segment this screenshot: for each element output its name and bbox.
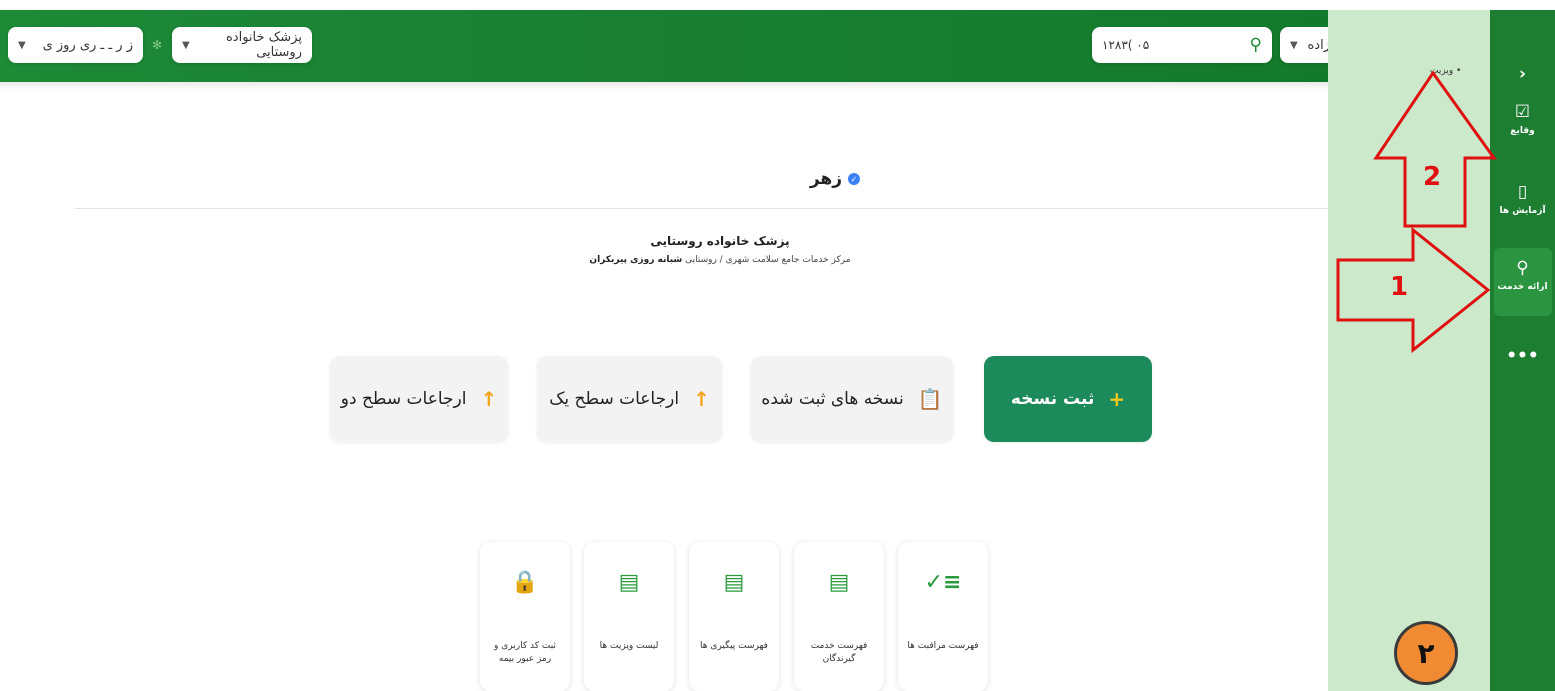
side-panel-breadcrumb[interactable]: • ویزیت — [1430, 66, 1461, 76]
rail-item-service[interactable]: ⚲ ارائه خدمت — [1490, 258, 1555, 292]
chevron-right-icon: › — [1518, 64, 1526, 84]
clipboard-icon: ▤ — [618, 570, 640, 595]
registered-prescriptions-button[interactable]: 📋 نسخه های ثبت شده — [751, 356, 953, 442]
rail-item-label: آزمایش ها — [1499, 206, 1546, 216]
chevron-down-icon: ▼ — [18, 39, 26, 51]
rail-item-tests[interactable]: ▯ آزمایش ها — [1490, 182, 1555, 216]
verified-icon: ✓ — [848, 173, 860, 185]
redacted-block — [644, 160, 794, 194]
more-button[interactable]: ••• — [1490, 346, 1555, 366]
network-icon: ✻ — [152, 38, 163, 52]
care-list-tile[interactable]: ≡✓ فهرست مراقبت ها — [898, 542, 988, 691]
clipboard-icon: 📋 — [917, 387, 943, 411]
tile-label: ثبت کد کاربری و رمز عبور بیمه — [494, 641, 556, 664]
test-tube-icon: ▯ — [1517, 182, 1528, 202]
tile-label: فهرست خدمت گیرندگان — [810, 641, 868, 664]
more-icon: ••• — [1506, 346, 1539, 366]
level-two-referrals-button[interactable]: ↑ ارجاعات سطح دو — [330, 356, 508, 442]
insurance-credentials-tile[interactable]: 🔒 ثبت کد کاربری و رمز عبور بیمه — [480, 542, 570, 691]
plus-icon: + — [1108, 387, 1126, 411]
annotation-number-1: 1 — [1390, 272, 1409, 302]
rail-item-events[interactable]: ☑ وقایع — [1490, 102, 1555, 136]
search-input[interactable]: ۱۲۸۳( ۰۵ ⚲ — [1092, 27, 1272, 63]
profile-name-text: زهر — [809, 169, 842, 189]
tile-label: فهرست پیگیری ها — [700, 641, 768, 651]
annotation-circle: ۲ — [1394, 621, 1458, 685]
checklist-icon: ≡✓ — [924, 570, 962, 595]
top-bar-shadow — [0, 82, 1340, 90]
center-info: مرکز خدمات جامع سلامت شهری / روستایی شبا… — [520, 255, 920, 265]
clipboard-icon: ▤ — [828, 570, 850, 595]
action-label: نسخه های ثبت شده — [761, 389, 904, 409]
chevron-down-icon: ▼ — [182, 39, 190, 51]
calendar-check-icon: ☑ — [1514, 102, 1531, 122]
action-label: ارجاعات سطح یک — [549, 389, 680, 409]
rail-item-label: ارائه خدمت — [1497, 282, 1548, 292]
profile-role: پزشک خانواده روستایی — [650, 234, 790, 248]
region-select[interactable]: ز ر ـ ـ ری روز ی ▼ — [8, 27, 143, 63]
new-prescription-button[interactable]: + ثبت نسخه — [984, 356, 1152, 442]
center-name: شبانه روزی پیربکران — [589, 255, 683, 265]
role-select[interactable]: پزشک خانواده روستایی ▼ — [172, 27, 312, 63]
level-one-referrals-button[interactable]: ↑ ارجاعات سطح یک — [537, 356, 722, 442]
action-label: ثبت نسخه — [1010, 389, 1095, 409]
search-input-value: ۱۲۸۳( ۰۵ — [1102, 38, 1150, 52]
follow-ups-tile[interactable]: ▤ فهرست پیگیری ها — [689, 542, 779, 691]
role-select-value: پزشک خانواده روستایی — [226, 30, 302, 60]
arrow-up-icon: ↑ — [693, 387, 710, 411]
search-icon[interactable]: ⚲ — [1250, 35, 1262, 55]
tile-label: فهرست مراقبت ها — [907, 641, 979, 651]
divider — [75, 208, 1335, 209]
center-prefix: مرکز خدمات جامع سلامت شهری / روستایی — [685, 255, 851, 265]
chevron-down-icon: ▼ — [1290, 39, 1298, 51]
rail-item-label: وقایع — [1510, 126, 1535, 136]
service-search-icon: ⚲ — [1516, 258, 1529, 278]
annotation-number-2: 2 — [1423, 162, 1442, 192]
region-select-value: ز ر ـ ـ ری روز ی — [42, 37, 133, 53]
arrow-up-icon: ↑ — [480, 387, 498, 411]
side-panel — [1328, 10, 1490, 691]
service-recipients-tile[interactable]: ▤ فهرست خدمت گیرندگان — [794, 542, 884, 691]
user-select-value: زاده — [1307, 37, 1331, 53]
clipboard-icon: ▤ — [723, 570, 745, 595]
action-label: ارجاعات سطح دو — [340, 389, 467, 409]
collapse-button[interactable]: › — [1490, 64, 1555, 84]
visits-list-tile[interactable]: ▤ لیست ویزیت ها — [584, 542, 674, 691]
tile-label: لیست ویزیت ها — [599, 641, 659, 651]
lock-icon: 🔒 — [511, 570, 539, 595]
